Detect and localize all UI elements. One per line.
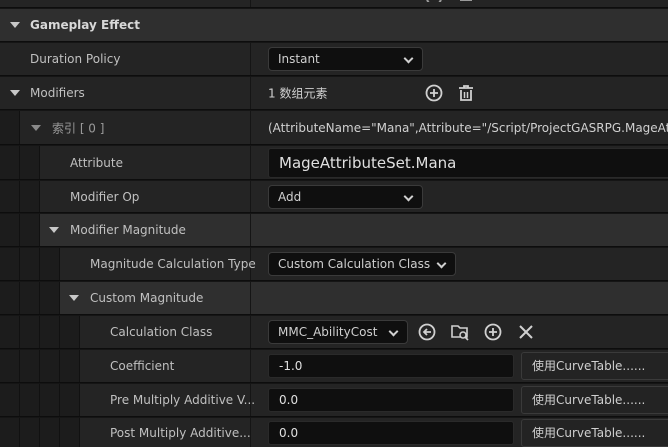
modifier-magnitude-label: Modifier Magnitude <box>70 223 186 237</box>
modifier-op-label: Modifier Op <box>70 189 140 204</box>
category-title: Gameplay Effect <box>30 18 140 32</box>
name-cell: Calculation Class <box>0 316 251 348</box>
use-selected-arrow-icon[interactable] <box>417 322 437 342</box>
add-icon[interactable] <box>483 322 503 342</box>
post-multiply-value: 0.0 <box>279 426 299 440</box>
pre-multiply-value: 0.0 <box>279 393 299 407</box>
calculation-class-dropdown[interactable]: MMC_AbilityCost <box>268 320 408 344</box>
value-cell: Add <box>252 181 668 212</box>
name-cell <box>0 0 251 7</box>
category-gameplay-effect[interactable]: Gameplay Effect <box>0 9 668 42</box>
value-cell: Custom Calculation Class <box>252 248 668 280</box>
row-modifiers: Modifiers 1 数组元素 <box>0 77 668 110</box>
row-post-multiply-additive: Post Multiply Additive... 0.0 使用CurveTab… <box>0 418 668 447</box>
name-cell: 索引 [ 0 ] <box>0 111 251 144</box>
name-cell: Pre Multiply Additive V... <box>0 384 255 416</box>
value-cell: 0.0 使用CurveTable...... <box>252 384 668 416</box>
magnitude-calc-type-dropdown[interactable]: Custom Calculation Class <box>268 252 456 276</box>
post-multiply-input[interactable]: 0.0 <box>268 421 514 445</box>
row-pre-multiply-additive: Pre Multiply Additive V... 0.0 使用CurveTa… <box>0 384 668 417</box>
row-custom-magnitude: Custom Magnitude <box>0 282 668 315</box>
expand-arrow-icon[interactable] <box>10 90 20 96</box>
chevron-down-icon <box>388 326 399 337</box>
name-cell: Magnitude Calculation Type <box>0 248 256 280</box>
modifier-op-value: Add <box>278 189 302 204</box>
row-calculation-class: Calculation Class MMC_AbilityCost <box>0 316 668 349</box>
value-cell: Instant <box>252 43 668 75</box>
row-duration-policy: Duration Policy Instant <box>0 43 668 76</box>
name-cell: Attribute <box>0 146 251 179</box>
browse-folder-icon[interactable] <box>450 322 470 342</box>
post-multiply-curve-table-button[interactable]: 使用CurveTable...... <box>521 419 668 447</box>
value-cell: 1 数组元素 <box>252 77 668 109</box>
value-cell: MMC_AbilityCost <box>252 316 668 348</box>
name-cell: Coefficient <box>0 350 251 382</box>
curve-table-label: 使用CurveTable...... <box>532 393 646 407</box>
calculation-class-value: MMC_AbilityCost <box>278 325 378 339</box>
duration-policy-dropdown[interactable]: Instant <box>268 47 423 71</box>
chevron-down-icon <box>403 53 414 64</box>
curve-table-label: 使用CurveTable...... <box>532 359 646 373</box>
coefficient-value: -1.0 <box>279 359 303 373</box>
value-cell: (AttributeName="Mana",Attribute="/Script… <box>252 111 668 144</box>
value-cell: -1.0 使用CurveTable...... <box>252 350 668 382</box>
name-cell: Duration Policy <box>0 43 251 75</box>
duration-policy-label: Duration Policy <box>30 52 121 66</box>
modifier-op-dropdown[interactable]: Add <box>268 184 423 209</box>
delete-all-icon[interactable] <box>456 83 476 103</box>
row-element-0: 索引 [ 0 ] (AttributeName="Mana",Attribute… <box>0 111 668 145</box>
partial-icons <box>426 0 472 2</box>
expand-arrow-icon[interactable] <box>49 227 59 233</box>
coefficient-input[interactable]: -1.0 <box>268 354 514 378</box>
expand-arrow-icon[interactable] <box>10 22 20 28</box>
name-cell: Modifiers <box>0 77 251 109</box>
coefficient-label: Coefficient <box>110 359 175 373</box>
clear-icon[interactable] <box>516 322 536 342</box>
post-multiply-label: Post Multiply Additive... <box>110 426 251 440</box>
value-cell <box>252 0 668 7</box>
element-index-label: 索引 [ 0 ] <box>52 121 105 135</box>
element-summary: (AttributeName="Mana",Attribute="/Script… <box>268 120 668 135</box>
attribute-picker[interactable]: MageAttributeSet.Mana <box>268 147 668 178</box>
value-cell: MageAttributeSet.Mana <box>252 146 668 179</box>
modifiers-count: 1 数组元素 <box>268 86 328 101</box>
add-element-icon[interactable] <box>424 83 444 103</box>
chevron-down-icon <box>436 258 447 269</box>
curve-table-label: 使用CurveTable...... <box>532 426 646 440</box>
partial-row-top <box>0 0 668 8</box>
name-cell: Custom Magnitude <box>0 282 251 314</box>
name-cell: Modifier Op <box>0 181 251 212</box>
custom-magnitude-label: Custom Magnitude <box>90 291 204 305</box>
attribute-value: MageAttributeSet.Mana <box>279 153 457 172</box>
magnitude-calc-type-label: Magnitude Calculation Type <box>90 257 256 271</box>
expand-arrow-icon[interactable] <box>31 124 41 131</box>
pre-multiply-label: Pre Multiply Additive V... <box>110 393 256 407</box>
duration-policy-value: Instant <box>278 52 320 66</box>
row-coefficient: Coefficient -1.0 使用CurveTable...... <box>0 350 668 383</box>
row-attribute: Attribute MageAttributeSet.Mana <box>0 146 668 180</box>
pre-multiply-input[interactable]: 0.0 <box>268 388 514 412</box>
chevron-down-icon <box>403 191 414 201</box>
row-magnitude-calc-type: Magnitude Calculation Type Custom Calcul… <box>0 248 668 281</box>
expand-arrow-icon[interactable] <box>69 295 79 301</box>
name-cell: Modifier Magnitude <box>0 214 251 246</box>
calculation-class-label: Calculation Class <box>110 325 213 339</box>
value-cell: 0.0 使用CurveTable...... <box>252 418 668 447</box>
modifiers-label: Modifiers <box>30 86 85 100</box>
magnitude-calc-type-value: Custom Calculation Class <box>278 257 431 271</box>
pre-multiply-curve-table-button[interactable]: 使用CurveTable...... <box>521 386 668 414</box>
row-modifier-magnitude: Modifier Magnitude <box>0 214 668 247</box>
attribute-label: Attribute <box>70 155 123 170</box>
row-modifier-op: Modifier Op Add <box>0 181 668 213</box>
name-cell: Post Multiply Additive... <box>0 418 251 447</box>
coefficient-curve-table-button[interactable]: 使用CurveTable...... <box>521 352 668 380</box>
